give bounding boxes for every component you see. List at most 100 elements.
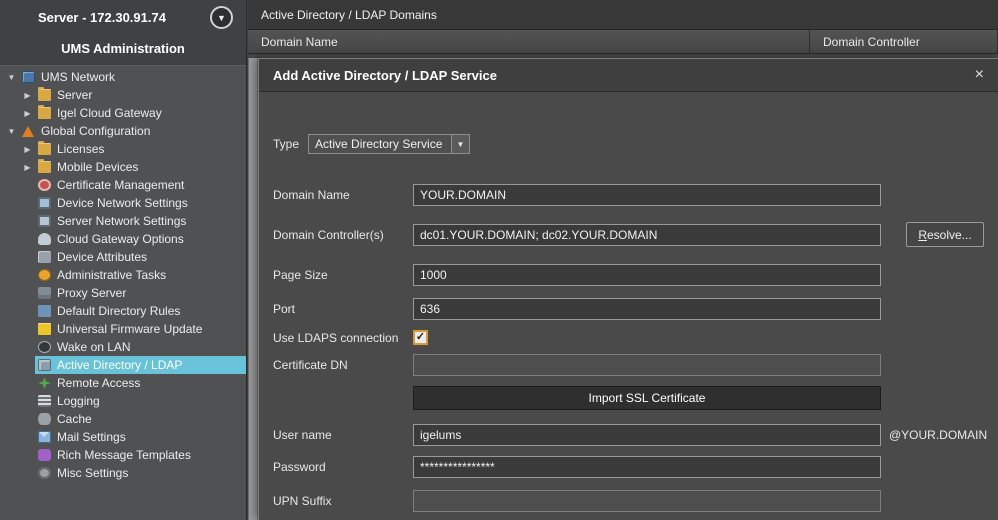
sidebar-item-proxy-server[interactable]: Proxy Server xyxy=(0,284,246,302)
ldaps-checkbox[interactable]: ✓ xyxy=(413,330,428,345)
tree-row-body: Proxy Server xyxy=(35,284,246,302)
sidebar-tree: ▼UMS Network▶Server▶Igel Cloud Gateway▼G… xyxy=(0,68,246,520)
sidebar-item-misc-settings[interactable]: Misc Settings xyxy=(0,464,246,482)
attributes-icon xyxy=(38,251,51,263)
password-label: Password xyxy=(273,460,413,474)
sidebar-item-mail-settings[interactable]: Mail Settings xyxy=(0,428,246,446)
sidebar-item-label: Certificate Management xyxy=(57,178,184,192)
sidebar-item-label: Administrative Tasks xyxy=(57,268,166,282)
tree-row-body: Server xyxy=(35,86,246,104)
sidebar-item-licenses[interactable]: ▶ Licenses xyxy=(0,140,246,158)
sidebar-item-active-directory-ldap[interactable]: Active Directory / LDAP xyxy=(0,356,246,374)
domain-controllers-input[interactable] xyxy=(413,224,881,246)
sidebar-item-ums-network[interactable]: ▼UMS Network xyxy=(0,68,246,86)
sidebar-item-wake-on-lan[interactable]: Wake on LAN xyxy=(0,338,246,356)
sidebar-item-cache[interactable]: Cache xyxy=(0,410,246,428)
ldaps-label: Use LDAPS connection xyxy=(273,331,413,345)
sidebar-item-mobile-devices[interactable]: ▶ Mobile Devices xyxy=(0,158,246,176)
tree-row-body: Administrative Tasks xyxy=(35,266,246,284)
mail-icon xyxy=(38,431,51,443)
port-input[interactable] xyxy=(413,298,881,320)
sidebar-item-label: Misc Settings xyxy=(57,466,128,480)
certificate-dn-label: Certificate DN xyxy=(273,358,413,372)
sidebar-item-label: Universal Firmware Update xyxy=(57,322,202,336)
tree-collapsed-icon[interactable]: ▶ xyxy=(20,145,35,154)
resolve-button[interactable]: Resolve... xyxy=(906,222,984,247)
sidebar-item-cloud-gateway-options[interactable]: Cloud Gateway Options xyxy=(0,230,246,248)
tree-expanded-icon[interactable]: ▼ xyxy=(4,127,19,136)
breadcrumb-bar: Active Directory / LDAP Domains xyxy=(248,0,998,30)
tree-row-body: Universal Firmware Update xyxy=(35,320,246,338)
sidebar-item-device-attributes[interactable]: Device Attributes xyxy=(0,248,246,266)
password-row: Password xyxy=(273,456,988,478)
sidebar-item-label: Mobile Devices xyxy=(57,160,138,174)
tree-row-body: Cloud Gateway Options xyxy=(35,230,246,248)
sidebar-item-server[interactable]: ▶ Server xyxy=(0,86,246,104)
page-size-input[interactable] xyxy=(413,264,881,286)
tree-collapsed-icon[interactable]: ▶ xyxy=(20,163,35,172)
port-label: Port xyxy=(273,302,413,316)
sidebar-item-label: Rich Message Templates xyxy=(57,448,191,462)
import-ssl-certificate-button[interactable]: Import SSL Certificate xyxy=(413,386,881,410)
sidebar-item-logging[interactable]: Logging xyxy=(0,392,246,410)
check-icon: ✓ xyxy=(416,332,425,343)
tree-row-body: Rich Message Templates xyxy=(35,446,246,464)
sidebar-item-universal-firmware-update[interactable]: Universal Firmware Update xyxy=(0,320,246,338)
sidebar-item-label: Server Network Settings xyxy=(57,214,186,228)
tree-row-body: Misc Settings xyxy=(35,464,246,482)
cloud-icon xyxy=(38,233,51,245)
type-label: Type xyxy=(273,137,299,151)
add-ad-ldap-service-dialog: Add Active Directory / LDAP Service × Ty… xyxy=(258,58,998,520)
sidebar-item-remote-access[interactable]: Remote Access xyxy=(0,374,246,392)
upn-suffix-row: UPN Suffix xyxy=(273,490,988,512)
sidebar-item-certificate-management[interactable]: Certificate Management xyxy=(0,176,246,194)
password-input[interactable] xyxy=(413,456,881,478)
server-title: Server - 172.30.91.74 xyxy=(38,10,166,25)
certificate-dn-input xyxy=(413,354,881,376)
tree-row-body: Default Directory Rules xyxy=(35,302,246,320)
sidebar-item-label: Device Attributes xyxy=(57,250,147,264)
logging-icon xyxy=(38,395,51,407)
folder-icon xyxy=(38,89,51,101)
tree-row-body: Licenses xyxy=(35,140,246,158)
dialog-titlebar: Add Active Directory / LDAP Service × xyxy=(259,59,998,92)
folder-icon xyxy=(38,107,51,119)
sidebar-item-default-directory-rules[interactable]: Default Directory Rules xyxy=(0,302,246,320)
combo-arrow-button[interactable]: ▼ xyxy=(451,135,469,153)
column-header-domain-name[interactable]: Domain Name xyxy=(248,30,810,53)
sidebar-item-igel-cloud-gateway[interactable]: ▶Igel Cloud Gateway xyxy=(0,104,246,122)
sidebar-item-global-configuration[interactable]: ▼Global Configuration xyxy=(0,122,246,140)
tree-row-body: Device Attributes xyxy=(35,248,246,266)
tree-row-body: Device Network Settings xyxy=(35,194,246,212)
tree-row-body: Mobile Devices xyxy=(35,158,246,176)
type-select[interactable]: Active Directory Service ▼ xyxy=(308,134,470,154)
user-name-input[interactable] xyxy=(413,424,881,446)
server-dropdown-button[interactable]: ▼ xyxy=(210,6,233,29)
clock-icon xyxy=(38,269,51,281)
tree-row-body: Global Configuration xyxy=(19,122,246,140)
firmware-icon xyxy=(38,323,51,335)
tree-collapsed-icon[interactable]: ▶ xyxy=(20,91,35,100)
port-row: Port xyxy=(273,298,988,320)
sidebar-item-label: Server xyxy=(57,88,92,102)
directory-rules-icon xyxy=(38,305,51,317)
domain-name-input[interactable] xyxy=(413,184,881,206)
page-size-row: Page Size xyxy=(273,264,988,286)
tree-expanded-icon[interactable]: ▼ xyxy=(4,73,19,82)
sidebar-item-server-network-settings[interactable]: Server Network Settings xyxy=(0,212,246,230)
sidebar-item-label: Licenses xyxy=(57,142,104,156)
table-header-row: Domain Name Domain Controller xyxy=(248,30,998,54)
breadcrumb: Active Directory / LDAP Domains xyxy=(261,8,437,22)
user-name-label: User name xyxy=(273,428,413,442)
certificate-icon xyxy=(38,179,51,191)
sidebar-item-administrative-tasks[interactable]: Administrative Tasks xyxy=(0,266,246,284)
sidebar-item-rich-message-templates[interactable]: Rich Message Templates xyxy=(0,446,246,464)
tree-collapsed-icon[interactable]: ▶ xyxy=(20,109,35,118)
tree-row-body: Remote Access xyxy=(35,374,246,392)
domain-controllers-label: Domain Controller(s) xyxy=(273,228,413,242)
sidebar-item-device-network-settings[interactable]: Device Network Settings xyxy=(0,194,246,212)
domain-name-row: Domain Name xyxy=(273,184,988,206)
table-vertical-scrollbar[interactable] xyxy=(248,58,258,520)
column-header-domain-controller[interactable]: Domain Controller xyxy=(810,30,998,53)
close-icon[interactable]: × xyxy=(975,67,984,83)
